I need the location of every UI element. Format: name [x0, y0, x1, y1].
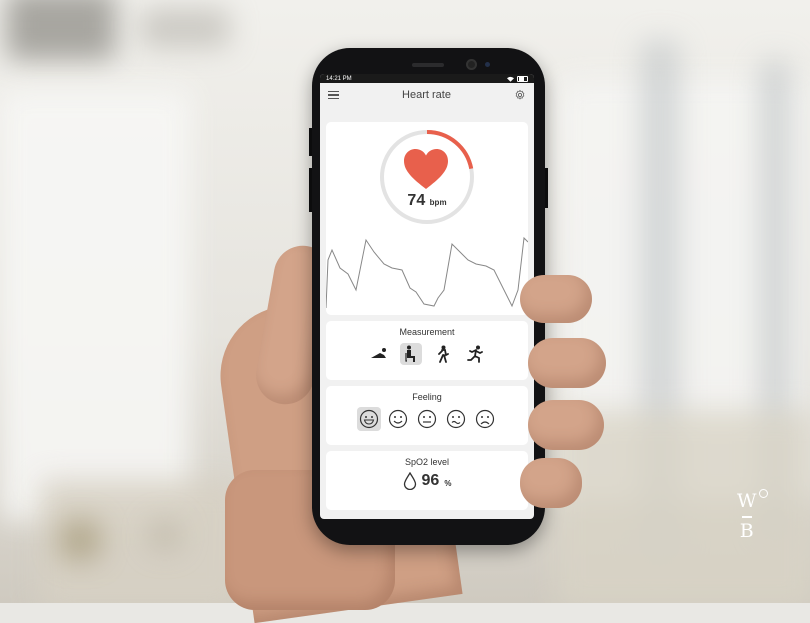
logo-top: W — [737, 490, 757, 512]
logo: W B — [737, 489, 768, 542]
fingers — [0, 0, 810, 603]
logo-bottom: B — [739, 519, 754, 542]
